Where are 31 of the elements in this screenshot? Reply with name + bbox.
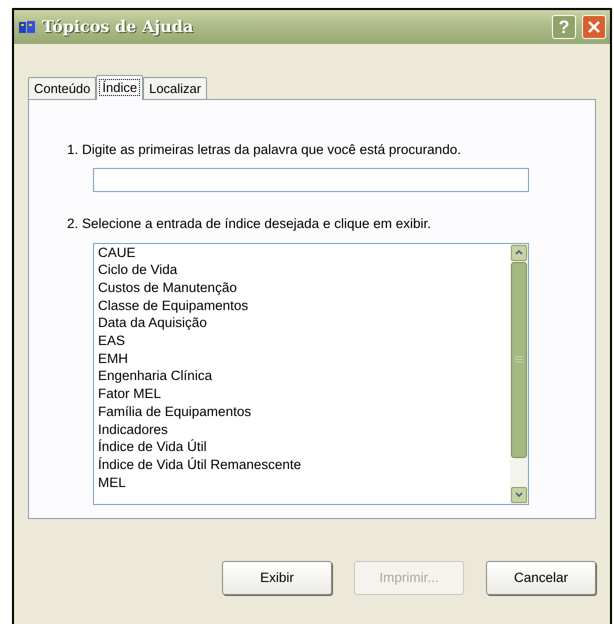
search-field[interactable] [93, 168, 529, 192]
list-item[interactable]: Engenharia Clínica [98, 367, 510, 386]
scroll-up-button[interactable] [511, 244, 527, 260]
scroll-thumb[interactable] [511, 262, 527, 458]
tab[interactable]: Localizar [143, 77, 208, 99]
list-item[interactable]: CAUE [98, 244, 510, 262]
step-two-text: 2. Selecione a entrada de índice desejada e clique em exibir. [67, 215, 432, 234]
app-icon [18, 19, 36, 35]
grip-icon [515, 356, 523, 363]
dialog-button[interactable]: Exibir [222, 561, 332, 595]
list-item[interactable]: Índice de Vida Útil [98, 438, 510, 456]
list-item[interactable]: Fator MEL [98, 385, 510, 403]
scroll-down-button[interactable] [511, 486, 527, 502]
list-item[interactable]: MEL [98, 474, 510, 492]
window-title: Tópicos de Ajuda [42, 16, 194, 38]
tab[interactable]: Conteúdo [28, 77, 96, 99]
close-icon [587, 20, 601, 34]
list-item[interactable]: EMH [98, 350, 510, 368]
dialog-button[interactable]: Cancelar [486, 561, 596, 595]
list-item[interactable]: Data da Aquisição [98, 314, 510, 332]
list-item[interactable]: Ciclo de Vida [98, 261, 510, 279]
list-item[interactable]: Índice de Vida Útil Remanescente [98, 456, 510, 474]
tab[interactable]: Índice [96, 75, 144, 100]
scrollbar[interactable] [510, 244, 528, 504]
list-item[interactable]: EAS [98, 332, 510, 350]
list-item[interactable]: Classe de Equipamentos [98, 296, 510, 314]
list-item[interactable]: Família de Equipamentos [98, 402, 510, 421]
close-button[interactable] [582, 15, 606, 39]
step-one-text: 1. Digite as primeiras letras da palavra que você está procurando. [67, 141, 462, 159]
list-item[interactable]: Indicadores [98, 420, 510, 438]
list-item[interactable]: Custos de Manutenção [98, 278, 510, 297]
